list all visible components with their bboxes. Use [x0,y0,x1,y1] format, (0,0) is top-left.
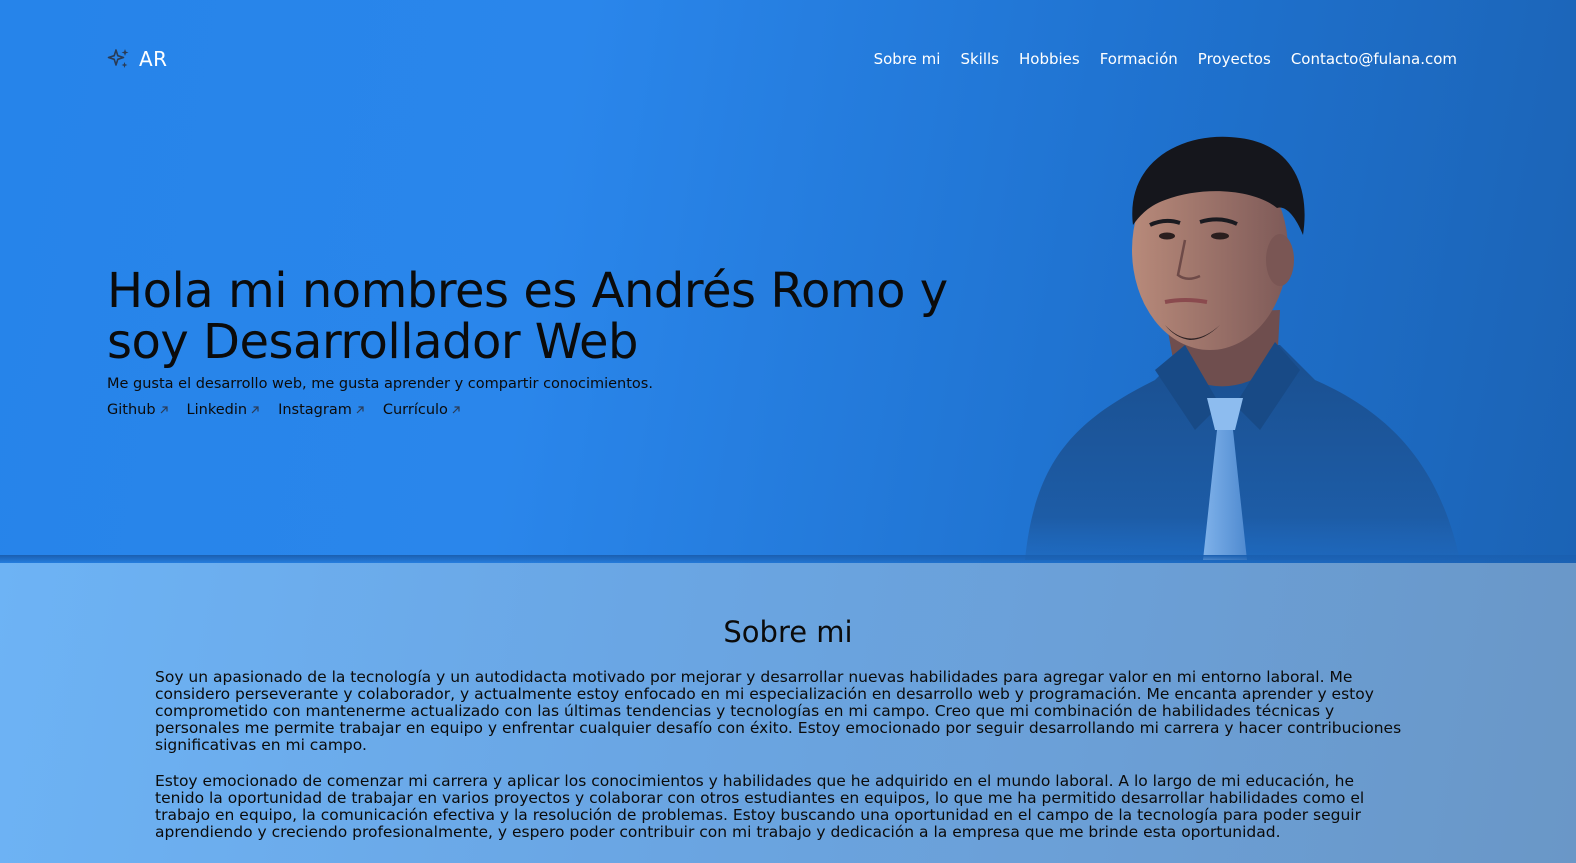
arrow-up-right-icon [452,406,460,414]
social-link-label: Instagram [278,402,352,418]
hero-section: AR Sobre mi Skills Hobbies Formación Pro… [0,0,1576,563]
social-link-linkedin[interactable]: Linkedin [187,402,261,418]
social-link-label: Github [107,402,156,418]
about-paragraph-2: Estoy emocionado de comenzar mi carrera … [155,772,1365,841]
arrow-up-right-icon [356,406,364,414]
top-nav: AR Sobre mi Skills Hobbies Formación Pro… [107,44,1457,74]
social-link-instagram[interactable]: Instagram [278,402,365,418]
social-links: Github Linkedin Instagram Currículo [107,402,461,418]
nav-link-contacto[interactable]: Contacto@fulana.com [1291,50,1457,68]
about-section: Sobre mi Soy un apasionado de la tecnolo… [0,563,1576,863]
brand-text: AR [139,47,168,71]
arrow-up-right-icon [160,406,168,414]
nav-link-proyectos[interactable]: Proyectos [1198,50,1271,68]
arrow-up-right-icon [251,406,259,414]
brand-logo[interactable]: AR [107,47,168,71]
profile-portrait [1025,136,1460,560]
hero-tagline: Me gusta el desarrollo web, me gusta apr… [107,376,653,392]
sparkles-icon [107,47,131,71]
hero-headline: Hola mi nombres es Andrés Romo y soy Des… [107,266,987,368]
hero-headline-line1: Hola mi nombres es Andrés Romo y [107,263,948,319]
social-link-github[interactable]: Github [107,402,169,418]
about-paragraph-1: Soy un apasionado de la tecnología y un … [155,668,1402,754]
nav-link-skills[interactable]: Skills [960,50,999,68]
hero-headline-line2: soy Desarrollador Web [107,314,638,370]
about-title: Sobre mi [723,615,853,649]
nav-links: Sobre mi Skills Hobbies Formación Proyec… [874,50,1457,68]
social-link-label: Currículo [382,402,448,418]
social-link-curriculo[interactable]: Currículo [383,402,461,418]
nav-link-formacion[interactable]: Formación [1100,50,1178,68]
social-link-label: Linkedin [186,402,248,418]
nav-link-hobbies[interactable]: Hobbies [1019,50,1080,68]
nav-link-sobre-mi[interactable]: Sobre mi [874,50,941,68]
